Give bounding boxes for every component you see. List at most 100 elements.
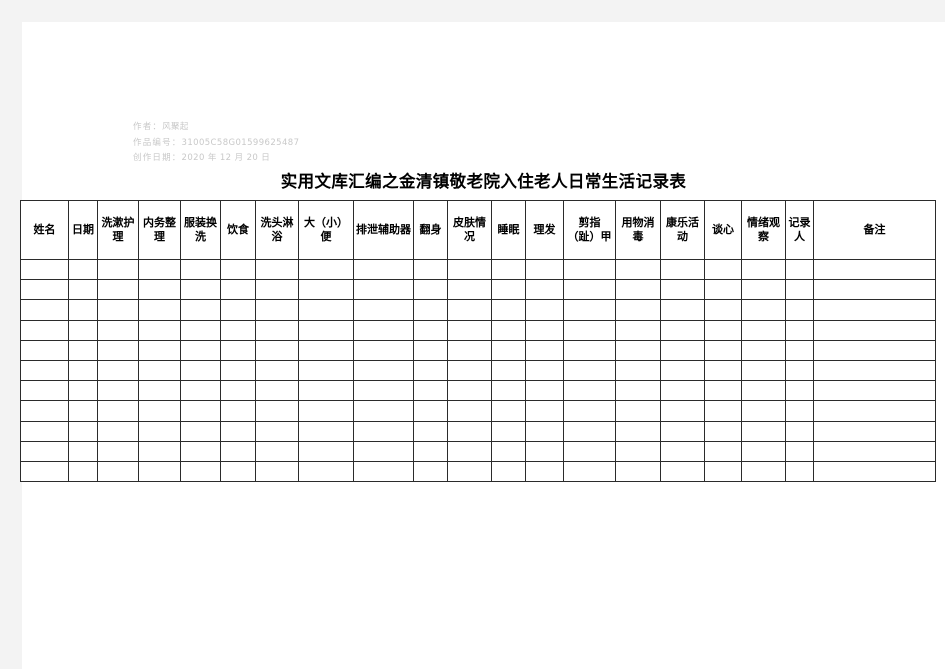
- table-cell[interactable]: [353, 400, 414, 422]
- table-cell[interactable]: [447, 279, 492, 301]
- table-cell[interactable]: [785, 319, 814, 341]
- table-cell[interactable]: [180, 400, 221, 422]
- table-cell[interactable]: [525, 339, 564, 361]
- table-cell[interactable]: [704, 359, 742, 382]
- table-cell[interactable]: [20, 258, 69, 281]
- table-cell[interactable]: [813, 319, 936, 341]
- table-cell[interactable]: [491, 279, 526, 301]
- table-cell[interactable]: [138, 359, 181, 382]
- table-cell[interactable]: [138, 440, 181, 462]
- table-cell[interactable]: [20, 460, 69, 483]
- table-cell[interactable]: [813, 440, 936, 462]
- table-cell[interactable]: [138, 319, 181, 341]
- table-cell[interactable]: [68, 279, 98, 301]
- table-cell[interactable]: [741, 319, 786, 341]
- table-cell[interactable]: [813, 258, 936, 281]
- table-cell[interactable]: [298, 380, 354, 402]
- table-cell[interactable]: [704, 279, 742, 301]
- table-cell[interactable]: [660, 400, 705, 422]
- table-cell[interactable]: [353, 359, 414, 382]
- table-cell[interactable]: [525, 460, 564, 483]
- table-cell[interactable]: [813, 299, 936, 321]
- table-cell[interactable]: [138, 279, 181, 301]
- table-cell[interactable]: [97, 460, 139, 483]
- table-cell[interactable]: [138, 400, 181, 422]
- table-cell[interactable]: [298, 460, 354, 483]
- table-cell[interactable]: [741, 400, 786, 422]
- table-cell[interactable]: [97, 440, 139, 462]
- table-cell[interactable]: [97, 319, 139, 341]
- table-cell[interactable]: [255, 299, 299, 321]
- table-cell[interactable]: [491, 359, 526, 382]
- table-cell[interactable]: [298, 400, 354, 422]
- table-cell[interactable]: [563, 339, 616, 361]
- table-cell[interactable]: [615, 299, 661, 321]
- table-cell[interactable]: [298, 279, 354, 301]
- table-cell[interactable]: [563, 299, 616, 321]
- table-cell[interactable]: [255, 420, 299, 442]
- table-cell[interactable]: [563, 380, 616, 402]
- table-cell[interactable]: [20, 359, 69, 382]
- table-cell[interactable]: [220, 299, 256, 321]
- table-cell[interactable]: [615, 279, 661, 301]
- table-cell[interactable]: [413, 299, 448, 321]
- table-cell[interactable]: [220, 420, 256, 442]
- table-cell[interactable]: [447, 319, 492, 341]
- table-cell[interactable]: [255, 400, 299, 422]
- table-cell[interactable]: [563, 319, 616, 341]
- table-cell[interactable]: [813, 380, 936, 402]
- table-cell[interactable]: [138, 258, 181, 281]
- table-cell[interactable]: [785, 299, 814, 321]
- table-cell[interactable]: [704, 299, 742, 321]
- table-cell[interactable]: [741, 258, 786, 281]
- table-cell[interactable]: [563, 359, 616, 382]
- table-cell[interactable]: [813, 420, 936, 442]
- table-cell[interactable]: [298, 319, 354, 341]
- table-cell[interactable]: [785, 279, 814, 301]
- table-cell[interactable]: [20, 420, 69, 442]
- table-cell[interactable]: [785, 339, 814, 361]
- table-cell[interactable]: [413, 319, 448, 341]
- table-cell[interactable]: [447, 420, 492, 442]
- table-cell[interactable]: [447, 339, 492, 361]
- table-cell[interactable]: [813, 279, 936, 301]
- table-cell[interactable]: [704, 319, 742, 341]
- table-cell[interactable]: [813, 339, 936, 361]
- table-cell[interactable]: [68, 258, 98, 281]
- table-cell[interactable]: [785, 440, 814, 462]
- table-cell[interactable]: [491, 420, 526, 442]
- table-cell[interactable]: [220, 440, 256, 462]
- table-cell[interactable]: [785, 258, 814, 281]
- table-cell[interactable]: [298, 440, 354, 462]
- table-cell[interactable]: [741, 279, 786, 301]
- table-cell[interactable]: [741, 380, 786, 402]
- table-cell[interactable]: [68, 319, 98, 341]
- table-cell[interactable]: [180, 460, 221, 483]
- table-cell[interactable]: [563, 258, 616, 281]
- table-cell[interactable]: [298, 359, 354, 382]
- table-cell[interactable]: [525, 279, 564, 301]
- table-cell[interactable]: [353, 319, 414, 341]
- table-cell[interactable]: [20, 319, 69, 341]
- table-cell[interactable]: [660, 460, 705, 483]
- table-cell[interactable]: [660, 380, 705, 402]
- table-cell[interactable]: [97, 339, 139, 361]
- table-cell[interactable]: [813, 359, 936, 382]
- table-cell[interactable]: [660, 339, 705, 361]
- table-cell[interactable]: [138, 420, 181, 442]
- table-cell[interactable]: [97, 299, 139, 321]
- table-cell[interactable]: [68, 380, 98, 402]
- table-cell[interactable]: [180, 380, 221, 402]
- table-cell[interactable]: [353, 460, 414, 483]
- table-cell[interactable]: [68, 339, 98, 361]
- table-cell[interactable]: [255, 440, 299, 462]
- table-cell[interactable]: [353, 440, 414, 462]
- table-cell[interactable]: [20, 279, 69, 301]
- table-cell[interactable]: [615, 339, 661, 361]
- table-cell[interactable]: [298, 299, 354, 321]
- table-cell[interactable]: [97, 258, 139, 281]
- table-cell[interactable]: [298, 258, 354, 281]
- table-cell[interactable]: [447, 440, 492, 462]
- table-cell[interactable]: [255, 279, 299, 301]
- table-cell[interactable]: [660, 299, 705, 321]
